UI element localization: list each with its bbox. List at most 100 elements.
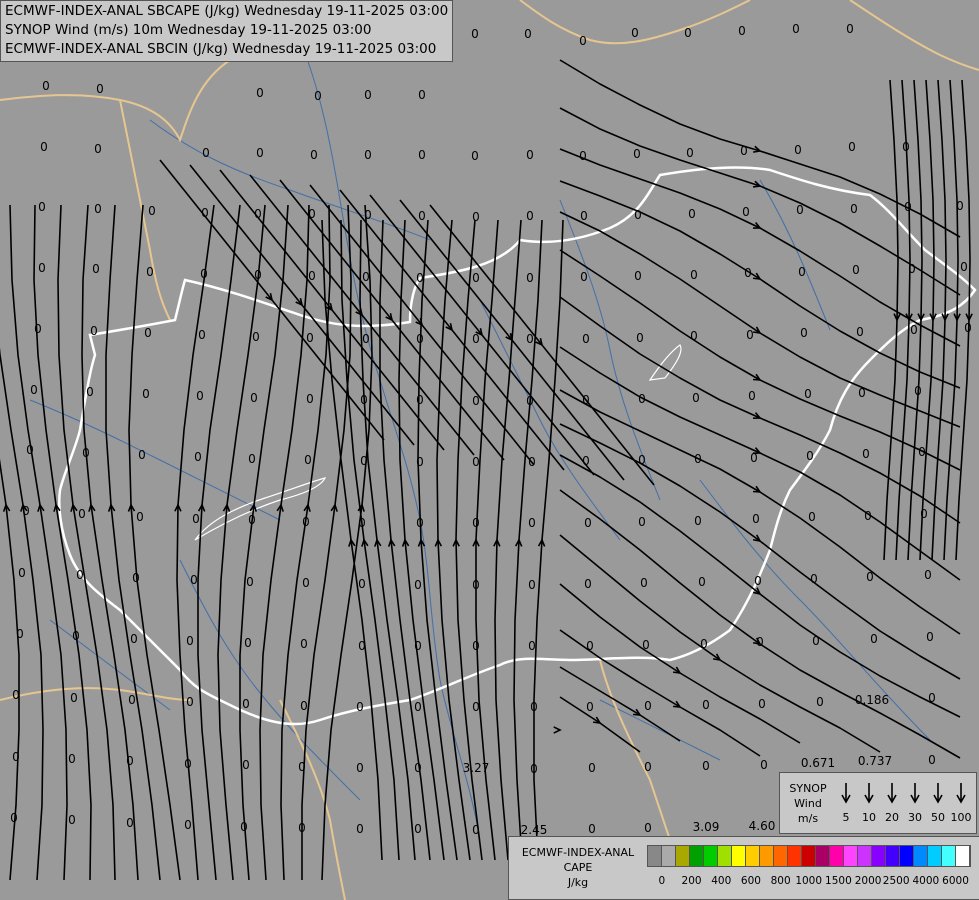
cape-value-label: 0	[362, 332, 370, 346]
cape-value-label: 0	[416, 332, 424, 346]
cape-value-label: 0	[314, 89, 322, 103]
wind-legend-step-label: 5	[843, 811, 850, 824]
cape-value-label: 0	[72, 629, 80, 643]
cape-tick-label: 4000	[912, 875, 940, 887]
cape-value-label: 0	[526, 394, 534, 408]
cape-value-label: 0	[302, 576, 310, 590]
cape-value-label: 0	[472, 271, 480, 285]
wind-legend-step-label: 100	[951, 811, 972, 824]
cape-value-label: 0	[472, 455, 480, 469]
cape-value-label: 0	[528, 455, 536, 469]
cape-value-label: 0	[22, 504, 30, 518]
cape-value-label: 0	[816, 695, 824, 709]
cape-value-label: 0	[94, 202, 102, 216]
cape-value-label: 0	[472, 639, 480, 653]
cape-value-label: 0	[308, 269, 316, 283]
cape-value-label: 0	[248, 452, 256, 466]
cape-value-label: 0	[472, 578, 480, 592]
cape-tick-label: 400	[711, 875, 732, 887]
cape-value-label: 0	[760, 758, 768, 772]
cape-value-label: 0	[414, 700, 422, 714]
cape-value-label: 0	[644, 699, 652, 713]
wind-legend-arrow: 20	[885, 783, 899, 824]
cape-value-label: 0	[702, 759, 710, 773]
cape-value-label: 0	[300, 699, 308, 713]
cape-color-swatch	[774, 846, 788, 866]
cape-value-label: 0	[90, 324, 98, 338]
cape-value-label: 0	[30, 383, 38, 397]
cape-value-label: 0	[256, 146, 264, 160]
cape-color-swatch	[942, 846, 956, 866]
cape-value-label: 0	[926, 630, 934, 644]
cape-value-label: 0	[586, 700, 594, 714]
cape-value-label: 0	[10, 811, 18, 825]
wind-streamline	[931, 79, 947, 561]
cape-value-label: 0	[358, 516, 366, 530]
cape-value-label: 0	[472, 394, 480, 408]
cape-color-swatch	[648, 846, 662, 866]
wind-streamline	[559, 346, 961, 581]
cape-value-label: 0	[42, 79, 50, 93]
cape-value-label: 0	[414, 761, 422, 775]
cape-tick-label: 2000	[854, 875, 882, 887]
cape-value-label: 0	[636, 331, 644, 345]
wind-legend-step-label: 30	[908, 811, 922, 824]
cape-value-label: 0	[26, 443, 34, 457]
cape-tick-label: 1000	[795, 875, 823, 887]
cape-value-label: 0	[244, 636, 252, 650]
cape-value-label: 0	[364, 88, 372, 102]
cape-value-label: 0	[526, 332, 534, 346]
cape-value-label: 0	[634, 269, 642, 283]
weather-map[interactable]: 0 0 0 0 0 0 0 0 0 0 0 0 0 0 0 0 0 0 0 0 0 0 0 0 0 0 0 0 0 0 0 0 0 0 0 0 0 0 0 0…	[0, 0, 979, 900]
cape-legend-title-2: CAPE	[563, 861, 593, 874]
cape-value-label: 0	[928, 753, 936, 767]
river-line	[149, 119, 431, 241]
wind-streamline	[559, 389, 961, 635]
cape-value-label: 0	[16, 627, 24, 641]
cape-value-label: 0	[846, 22, 854, 36]
cape-value-label: 0	[690, 268, 698, 282]
wind-legend-arrow: 30	[908, 783, 922, 824]
cape-value-label: 0	[190, 573, 198, 587]
cape-color-swatch	[914, 846, 928, 866]
cape-value-label: 0	[640, 576, 648, 590]
cape-tick-label: 6000	[942, 875, 969, 887]
cape-value-label: 0	[808, 510, 816, 524]
cape-value-label: 0	[960, 260, 968, 274]
cape-color-swatch	[690, 846, 704, 866]
cape-value-label: 0	[810, 572, 818, 586]
cape-value-label: 0	[252, 330, 260, 344]
cape-value-label: 0	[418, 88, 426, 102]
cape-value-label: 0	[298, 760, 306, 774]
cape-value-label: 0	[740, 144, 748, 158]
wind-streamline	[955, 79, 971, 561]
cape-value-label: 0	[588, 761, 596, 775]
cape-value-label: 0	[902, 140, 910, 154]
cape-value-label: 0	[300, 637, 308, 651]
cape-value-label: 0	[414, 822, 422, 836]
wind-legend-step-label: 50	[931, 811, 945, 824]
cape-value-label: 0	[642, 638, 650, 652]
cape-value-label: 0	[812, 634, 820, 648]
cape-color-swatch	[704, 846, 718, 866]
cape-value-label: 0	[34, 322, 42, 336]
cape-value-label: 0	[76, 568, 84, 582]
cape-tick-labels: 0 200 400 600 800 1000 1500 2000 2500 4000 6000	[647, 875, 977, 889]
cape-value-label: 0	[256, 86, 264, 100]
cape-value-label: 0	[864, 509, 872, 523]
cape-color-swatch	[886, 846, 900, 866]
cape-legend-title-1: ECMWF-INDEX-ANAL	[521, 846, 635, 859]
cape-value-label: 0	[754, 574, 762, 588]
cape-value-label: 0	[638, 392, 646, 406]
cape-value-label: 0	[586, 639, 594, 653]
cape-value-label: 0	[78, 507, 86, 521]
cape-value-label: 0	[582, 454, 590, 468]
cape-value-label: 0	[96, 82, 104, 96]
cape-value-label: 0	[358, 577, 366, 591]
cape-tick-label: 800	[770, 875, 791, 887]
wind-streamline	[559, 696, 641, 753]
cape-value-label: 4.60	[749, 819, 776, 833]
cape-value-label: 0	[196, 389, 204, 403]
cape-value-label: 0	[364, 208, 372, 222]
cape-value-label: 0	[746, 328, 754, 342]
